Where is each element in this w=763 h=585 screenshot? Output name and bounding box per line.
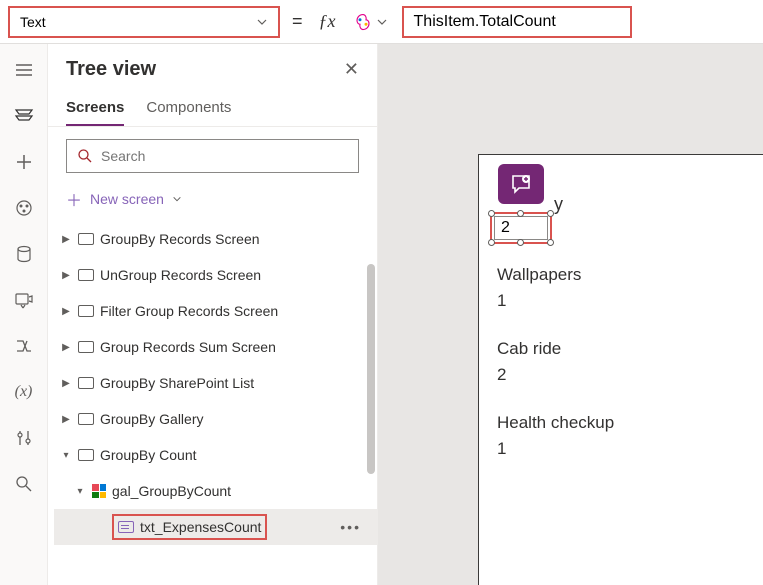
tab-components[interactable]: Components (146, 91, 231, 126)
scrollbar[interactable] (367, 264, 375, 474)
gallery-item-count: 2 (497, 365, 745, 385)
text-control-icon (118, 521, 134, 533)
settings-icon[interactable] (12, 426, 36, 450)
search-tool-icon[interactable] (12, 472, 36, 496)
resize-handle[interactable] (517, 239, 524, 246)
gallery-item: Cab ride 2 (497, 339, 745, 385)
gallery-icon (92, 484, 106, 498)
selected-control-value: 2 (501, 219, 510, 237)
chevron-down-icon (376, 16, 388, 28)
gallery-item: Health checkup 1 (497, 413, 745, 459)
screen-icon (78, 377, 94, 389)
search-field[interactable] (101, 148, 348, 164)
equals-sign: = (288, 11, 307, 32)
tree-item-screen[interactable]: ▶Group Records Sum Screen (54, 329, 377, 365)
search-icon (77, 148, 93, 164)
formula-text: ThisItem.TotalCount (414, 13, 556, 31)
plus-icon: ＋ (66, 187, 82, 211)
cropped-label-fragment: y (554, 194, 563, 215)
close-icon[interactable]: ✕ (344, 59, 359, 80)
property-dropdown-value: Text (20, 14, 46, 30)
copilot-button[interactable] (348, 9, 394, 35)
tree-item-screen[interactable]: ▶Filter Group Records Screen (54, 293, 377, 329)
hamburger-icon[interactable] (12, 58, 36, 82)
screen-icon (78, 449, 94, 461)
gallery-item-count: 1 (497, 291, 745, 311)
tree-item-selected-control[interactable]: txt_ExpensesCount ••• (54, 509, 377, 545)
tree-view-title: Tree view (66, 58, 156, 81)
theme-icon[interactable] (12, 196, 36, 220)
new-screen-button[interactable]: ＋ New screen (48, 181, 377, 217)
property-dropdown[interactable]: Text (8, 6, 280, 38)
tree-item-screen[interactable]: ▾GroupBy Count (54, 437, 377, 473)
gallery-item-count: 1 (497, 439, 745, 459)
canvas-area: Wallpapers 1 Cab ride 2 Health checkup 1… (378, 44, 763, 585)
copilot-icon (354, 13, 372, 31)
tree-item-screen[interactable]: ▶GroupBy Gallery (54, 401, 377, 437)
data-icon[interactable] (12, 242, 36, 266)
selected-control-on-canvas[interactable]: 2 (490, 212, 552, 244)
screen-icon (78, 305, 94, 317)
gallery-item: Wallpapers 1 (497, 265, 745, 311)
add-comment-button[interactable] (498, 164, 544, 204)
more-options-icon[interactable]: ••• (330, 519, 371, 535)
gallery-item-label: Cab ride (497, 339, 745, 359)
screen-icon (78, 341, 94, 353)
new-screen-label: New screen (90, 191, 164, 207)
resize-handle[interactable] (547, 239, 554, 246)
gallery-item-label: Wallpapers (497, 265, 745, 285)
screen-icon (78, 413, 94, 425)
media-icon[interactable] (12, 288, 36, 312)
resize-handle[interactable] (488, 210, 495, 217)
search-input[interactable] (66, 139, 359, 173)
screen-icon (78, 269, 94, 281)
tree-view-panel: Tree view ✕ Screens Components ＋ New scr… (48, 44, 378, 585)
tab-screens[interactable]: Screens (66, 91, 124, 126)
variables-icon[interactable]: (x) (12, 380, 36, 404)
tree-list: ▶GroupBy Records Screen ▶UnGroup Records… (48, 217, 377, 585)
resize-handle[interactable] (517, 210, 524, 217)
gallery-item-label: Health checkup (497, 413, 745, 433)
tree-item-screen[interactable]: ▶GroupBy SharePoint List (54, 365, 377, 401)
screen-icon (78, 233, 94, 245)
tree-item-screen[interactable]: ▶GroupBy Records Screen (54, 221, 377, 257)
insert-icon[interactable] (12, 150, 36, 174)
tree-item-gallery[interactable]: ▾gal_GroupByCount (54, 473, 377, 509)
chevron-down-icon (172, 194, 182, 204)
tree-view-icon[interactable] (12, 104, 36, 128)
tree-item-screen[interactable]: ▶UnGroup Records Screen (54, 257, 377, 293)
chevron-down-icon (256, 16, 268, 28)
resize-handle[interactable] (488, 239, 495, 246)
flows-icon[interactable] (12, 334, 36, 358)
formula-bar[interactable]: ThisItem.TotalCount (402, 6, 632, 38)
chat-plus-icon (509, 172, 533, 196)
fx-icon: ƒx (315, 11, 340, 32)
left-toolrail: (x) (0, 44, 48, 585)
resize-handle[interactable] (547, 210, 554, 217)
